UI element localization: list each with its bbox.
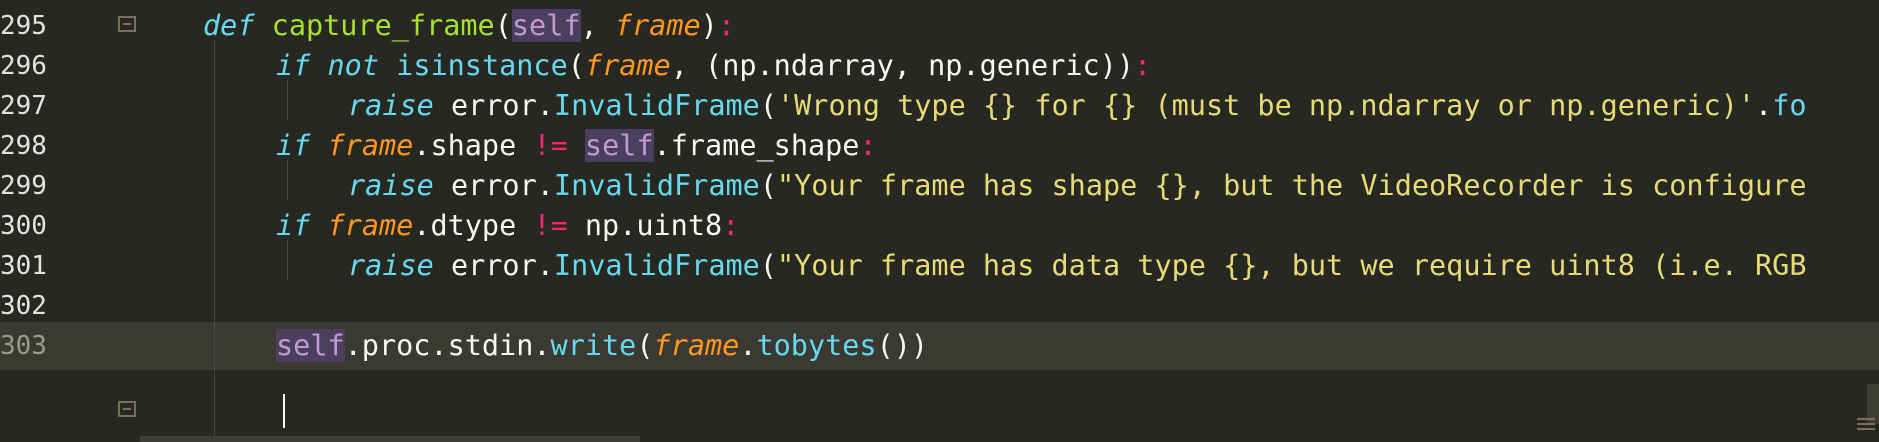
code-token: raise <box>348 89 434 122</box>
code-token: .dtype <box>413 209 534 242</box>
code-token: != <box>533 209 568 242</box>
code-token: self <box>584 129 654 162</box>
code-token: ( <box>759 89 777 122</box>
code-token: error. <box>433 249 554 282</box>
code-token: : <box>717 9 735 42</box>
code-token: frame <box>327 209 414 242</box>
code-token: "Your frame has shape {}, but the VideoR… <box>776 169 1807 202</box>
code-token: if <box>276 209 311 242</box>
code-token: ( <box>567 49 585 82</box>
code-token: != <box>533 129 568 162</box>
code-token: .shape <box>413 129 534 162</box>
code-token: frame <box>653 329 740 362</box>
code-token: capture_frame <box>271 9 495 42</box>
code-token: raise <box>348 169 434 202</box>
code-token: self <box>276 329 345 362</box>
code-token: InvalidFrame <box>553 249 760 282</box>
code-token: : <box>1134 49 1152 82</box>
code-token: fo <box>1772 89 1807 122</box>
code-token: if <box>276 49 311 82</box>
indent-guide <box>214 40 215 442</box>
code-token: InvalidFrame <box>553 169 760 202</box>
code-token: write <box>550 329 637 362</box>
code-token: InvalidFrame <box>553 89 760 122</box>
code-token: .frame_shape <box>653 129 860 162</box>
code-token: if <box>276 129 311 162</box>
indent-guide <box>287 240 288 280</box>
code-token: ( <box>759 249 777 282</box>
code-token: ( <box>494 9 512 42</box>
code-token: .proc.stdin. <box>344 329 551 362</box>
indent-guide <box>287 160 288 200</box>
horizontal-scrollbar-thumb[interactable] <box>140 436 640 442</box>
code-token: tobytes <box>756 329 877 362</box>
code-token: def <box>203 9 255 42</box>
indent-guide <box>287 80 288 120</box>
code-token: "Your frame has data type {}, but we req… <box>776 249 1807 282</box>
code-token: : <box>859 129 877 162</box>
code-token: error. <box>433 89 554 122</box>
code-token: 'Wrong type {} for {} (must be np.ndarra… <box>776 89 1756 122</box>
code-token: self <box>511 9 581 42</box>
code-token: frame <box>614 9 701 42</box>
code-line[interactable]: 303 self.proc.stdin.write(frame.tobytes()… <box>0 322 1879 370</box>
code-token: ) <box>700 9 718 42</box>
scroll-grip-icon[interactable] <box>1857 418 1875 432</box>
code-token: np.uint8 <box>567 209 723 242</box>
code-token: . <box>1755 89 1773 122</box>
code-token: frame <box>584 49 671 82</box>
code-editor[interactable]: 295 def capture_frame(self, frame): 296 if … <box>0 0 1879 442</box>
code-token: error. <box>433 169 554 202</box>
fold-toggle-icon[interactable] <box>118 16 136 32</box>
code-token: not <box>327 49 379 82</box>
line-number: 303 <box>0 331 47 361</box>
code-token: : <box>722 209 740 242</box>
code-token: isinstance <box>396 49 568 82</box>
code-token: ( <box>636 329 654 362</box>
code-token: ( <box>759 169 777 202</box>
code-token: . <box>739 329 757 362</box>
code-token: , <box>580 9 615 42</box>
code-text: self.proc.stdin.write(frame.tobytes()) <box>276 322 928 370</box>
code-token: frame <box>327 129 414 162</box>
code-token: , (np.ndarray, np.generic)) <box>670 49 1134 82</box>
code-token: ()) <box>876 329 929 362</box>
code-token: raise <box>348 249 434 282</box>
fold-toggle-icon[interactable] <box>118 401 136 417</box>
text-caret <box>283 394 285 428</box>
